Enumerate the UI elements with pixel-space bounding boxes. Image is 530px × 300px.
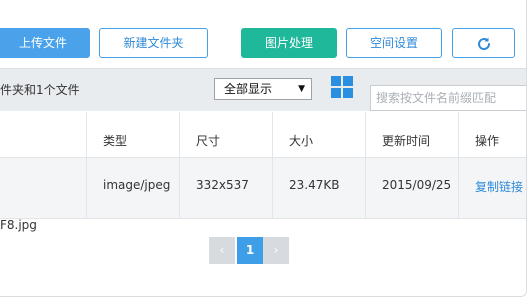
row-filesize: 23.47KB [289, 178, 340, 192]
header-type: 类型 [103, 134, 128, 148]
row-name-cell [0, 158, 86, 218]
row-type-cell: image/jpeg [86, 158, 179, 218]
toolbar: 上传文件 新建文件夹 图片处理 空间设置 [0, 0, 526, 68]
filter-select[interactable]: 全部显示 ▼ [214, 78, 312, 100]
search-input[interactable]: 搜索按文件名前缀匹配 [370, 85, 526, 111]
filter-select-value: 全部显示 [224, 82, 273, 96]
space-settings-button[interactable]: 空间设置 [346, 28, 442, 58]
file-count-summary: 件夹和1个文件 [0, 83, 80, 97]
header-filesize-column: 大小 [272, 112, 365, 157]
refresh-button[interactable] [452, 28, 515, 58]
row-size-cell: 332x537 [179, 158, 272, 218]
table-row[interactable]: image/jpeg 332x537 23.47KB 2015/09/25 复制… [0, 158, 526, 219]
header-filesize: 大小 [289, 134, 314, 148]
table-header: 类型 尺寸 大小 更新时间 操作 [0, 112, 526, 158]
header-type-column: 类型 [86, 112, 179, 157]
prev-page-button[interactable]: ‹ [209, 237, 235, 264]
image-process-button[interactable]: 图片处理 [241, 28, 337, 58]
row-actions-cell: 复制链接 [458, 158, 526, 218]
grid-view-icon[interactable] [331, 76, 353, 98]
refresh-icon [476, 36, 492, 50]
row-filesize-cell: 23.47KB [272, 158, 365, 218]
header-name-column [0, 112, 86, 157]
row-type: image/jpeg [103, 178, 171, 192]
row-size: 332x537 [196, 178, 249, 192]
file-name-label: F8.jpg [0, 218, 37, 232]
header-size-column: 尺寸 [179, 112, 272, 157]
file-manager-window: 上传文件 新建文件夹 图片处理 空间设置 件夹和1个文件 全部显示 ▼ 搜索按文… [0, 0, 527, 297]
new-folder-button[interactable]: 新建文件夹 [99, 28, 208, 58]
row-updated-cell: 2015/09/25 [365, 158, 458, 218]
next-page-button[interactable]: › [263, 237, 289, 264]
header-updated: 更新时间 [382, 134, 431, 148]
header-actions-column: 操作 [458, 112, 526, 157]
row-updated: 2015/09/25 [382, 178, 452, 192]
page-1-button[interactable]: 1 [237, 237, 263, 264]
header-size: 尺寸 [196, 134, 221, 148]
search-placeholder: 搜索按文件名前缀匹配 [376, 91, 497, 105]
copy-link-button[interactable]: 复制链接 [475, 178, 523, 195]
header-updated-column: 更新时间 [365, 112, 458, 157]
header-actions: 操作 [475, 134, 500, 148]
upload-file-button[interactable]: 上传文件 [0, 28, 90, 58]
chevron-down-icon: ▼ [298, 84, 305, 94]
